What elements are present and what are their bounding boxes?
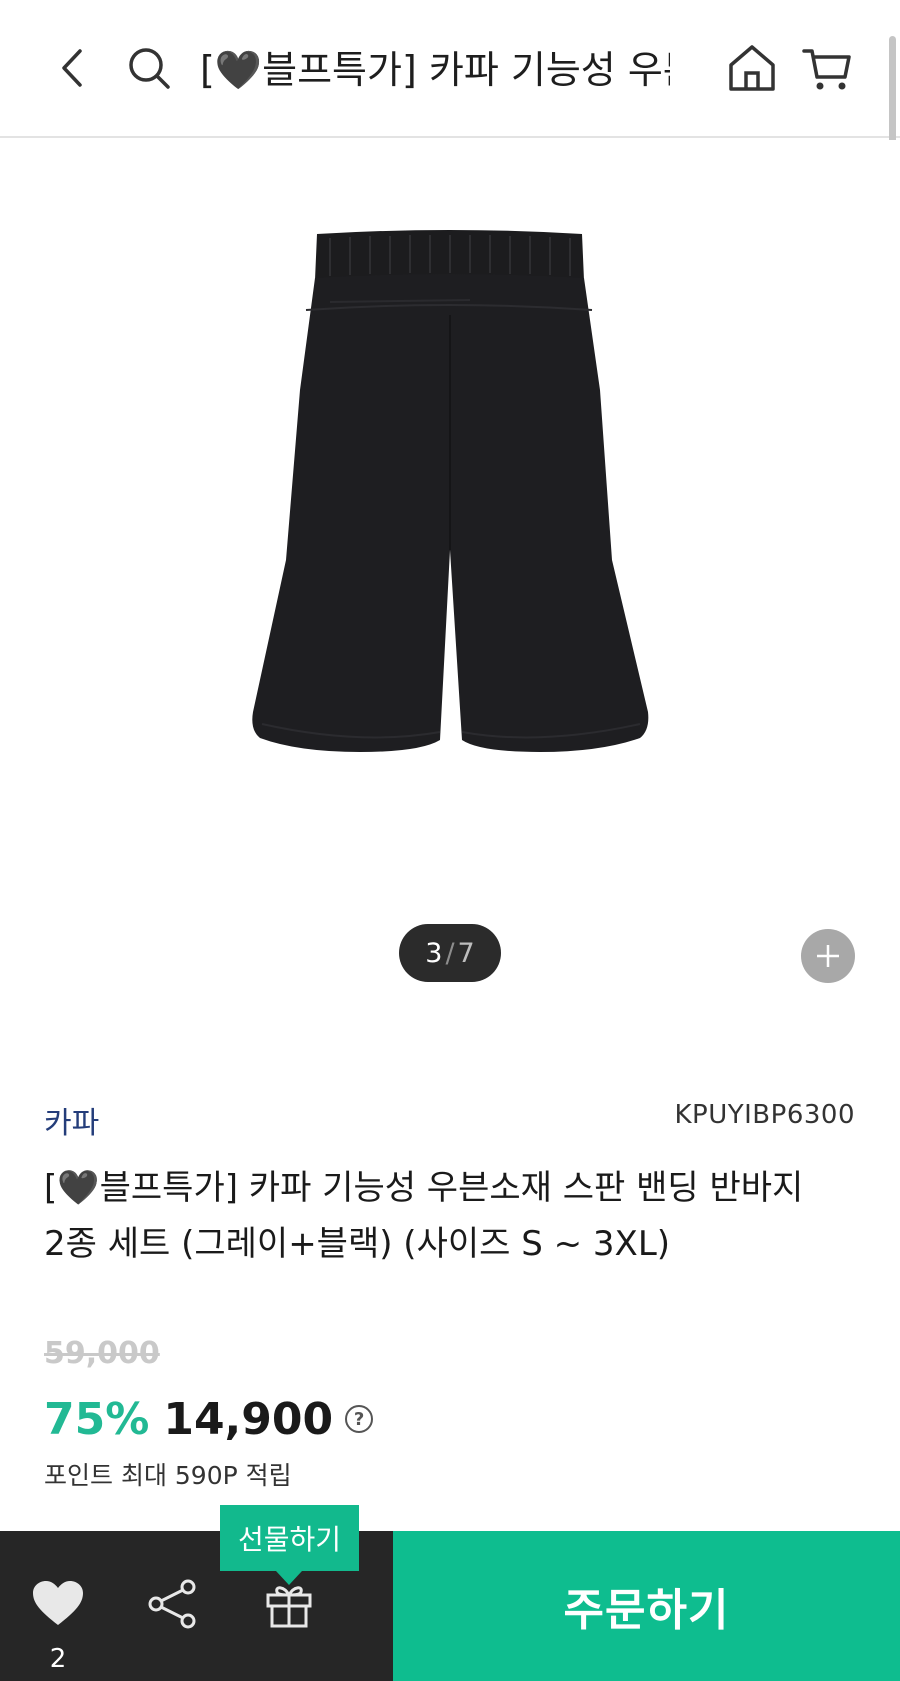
price-row: 75% 14,900 ? bbox=[44, 1390, 374, 1448]
original-price: 59,000 bbox=[44, 1336, 160, 1371]
points-info: 포인트 최대 590P 적립 bbox=[44, 1461, 292, 1490]
like-count: 2 bbox=[49, 1644, 67, 1674]
product-title-line1: [🖤블프특가] 카파 기능성 우븐소재 스판 밴딩 반바지 bbox=[44, 1168, 804, 1208]
product-code: KPUYIBP6300 bbox=[674, 1100, 855, 1130]
back-chevron-icon bbox=[62, 49, 82, 87]
order-button[interactable]: 주문하기 bbox=[393, 1531, 900, 1681]
gift-tooltip[interactable]: 선물하기 bbox=[220, 1505, 359, 1585]
image-counter-total: 7 bbox=[457, 937, 475, 969]
share-icon bbox=[148, 1579, 196, 1629]
image-counter-separator: / bbox=[445, 937, 455, 969]
top-navigation-bar: [🖤블프특가] 카파 기능성 우븐소재 스판 밴딩 반바지 2종 세트 (그레이… bbox=[0, 0, 900, 294]
search-button[interactable] bbox=[117, 36, 181, 100]
cart-icon bbox=[802, 49, 851, 90]
sale-price: 14,900 bbox=[163, 1393, 334, 1445]
product-image-gallery[interactable] bbox=[0, 140, 900, 1000]
share-button[interactable] bbox=[140, 1571, 206, 1637]
plus-icon bbox=[817, 945, 839, 967]
home-button[interactable] bbox=[720, 36, 784, 100]
product-title-line2: 2종 세트 (그레이+블랙) (사이즈 S ~ 3XL) bbox=[44, 1224, 671, 1264]
gift-icon bbox=[266, 1586, 312, 1628]
zoom-button[interactable] bbox=[801, 929, 855, 983]
cart-button[interactable] bbox=[795, 36, 859, 100]
product-title: [🖤블프특가] 카파 기능성 우븐소재 스판 밴딩 반바지 2종 세트 (그레이… bbox=[44, 1160, 844, 1272]
price-help-icon[interactable]: ? bbox=[345, 1405, 374, 1433]
search-icon bbox=[129, 48, 170, 89]
heart-icon bbox=[33, 1581, 83, 1625]
bottom-action-bar: 2 주문하기 bbox=[0, 1531, 900, 1681]
brand-link[interactable]: 카파 bbox=[44, 1098, 99, 1142]
black-shorts-photo bbox=[252, 230, 649, 752]
image-counter-current: 3 bbox=[425, 937, 443, 969]
discount-rate: 75% bbox=[44, 1393, 150, 1445]
like-button[interactable] bbox=[25, 1571, 91, 1637]
back-button[interactable] bbox=[40, 36, 104, 100]
image-counter: 3 / 7 bbox=[399, 924, 501, 982]
home-icon bbox=[729, 45, 775, 91]
page-title: [🖤블프특가] 카파 기능성 우븐소재 스판 밴딩 반바지 2종 세트 (그레이… bbox=[200, 48, 670, 92]
